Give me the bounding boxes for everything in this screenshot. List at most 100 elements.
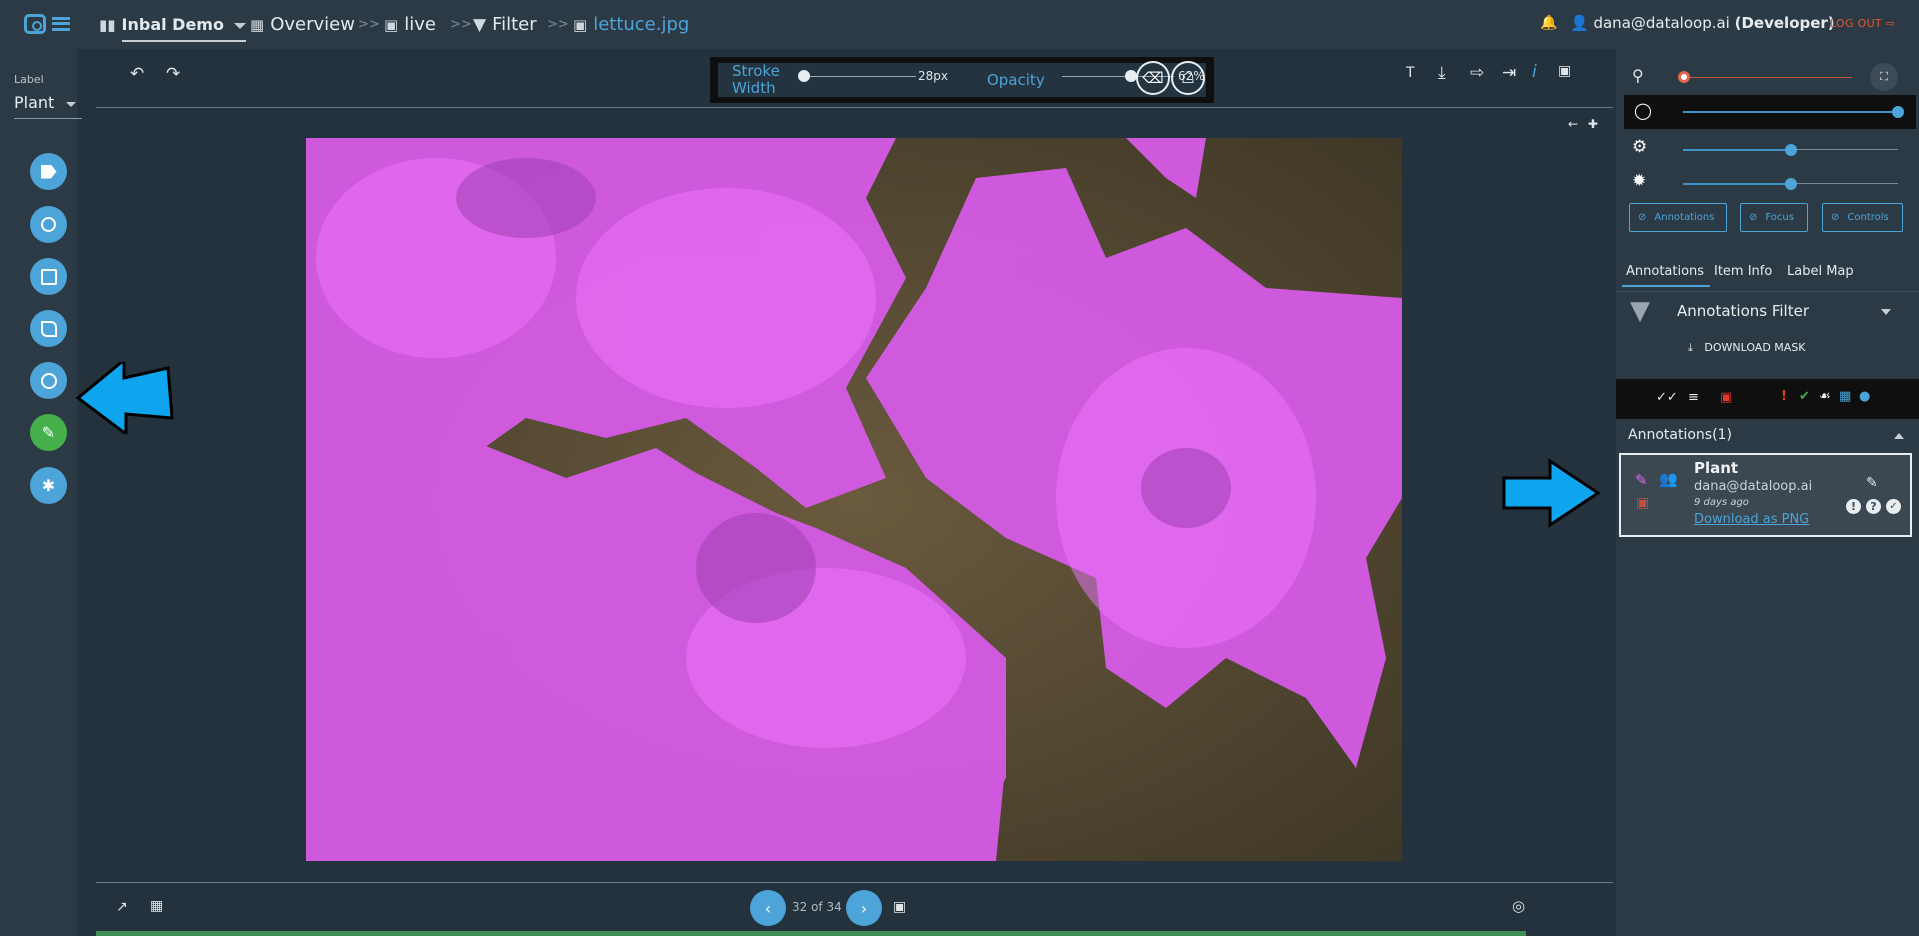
image-icon[interactable]: ▣ (893, 899, 906, 915)
chevron-down-icon[interactable] (1881, 309, 1891, 315)
polygon-icon (40, 320, 57, 337)
export-icon[interactable]: ⇨ (1470, 63, 1484, 83)
chevron-up-icon[interactable] (1894, 433, 1904, 439)
point-tool-button[interactable] (30, 206, 67, 243)
label-caption: Label (14, 73, 44, 86)
box-icon (40, 268, 57, 285)
image-opacity-slider-handle[interactable] (1892, 106, 1904, 118)
trash-icon[interactable]: ▣ (1720, 390, 1732, 405)
save-icon[interactable]: ▣ (1558, 63, 1571, 79)
text-icon[interactable]: T (1406, 65, 1415, 81)
label-select[interactable]: Plant (14, 93, 82, 119)
download-png-link[interactable]: Download as PNG (1694, 512, 1809, 527)
review-status-icon[interactable]: ? (1866, 499, 1881, 514)
project-icon: ▮▮ (99, 15, 116, 34)
images-icon: ▣ (384, 15, 399, 34)
download-icon[interactable]: ⤓ (1438, 63, 1446, 83)
logout-button[interactable]: LOG OUT ⇨ (1830, 17, 1895, 30)
user-menu[interactable]: 👤 dana@dataloop.ai (Developer) (1570, 14, 1835, 32)
brightness-slider-handle[interactable] (1784, 144, 1797, 156)
droplet-icon[interactable]: ● (1859, 389, 1870, 404)
toggle-focus-button[interactable]: ⊘ Focus (1740, 203, 1808, 232)
annotated-image[interactable] (306, 138, 1402, 861)
brightness-slider-fill (1683, 149, 1791, 151)
polygon-tool-button[interactable] (30, 310, 67, 347)
thumbnails-icon[interactable]: ▦ (150, 898, 163, 914)
next-item-button[interactable]: › (846, 890, 882, 926)
fill-bucket-icon: ☖ (1181, 69, 1195, 87)
tab-annotations[interactable]: Annotations (1622, 264, 1711, 287)
annotations-filter-title[interactable]: Annotations Filter (1677, 302, 1809, 320)
locate-icon[interactable]: ◎ (1512, 897, 1525, 915)
select-all-icon[interactable]: ✓✓ (1656, 390, 1678, 405)
breadcrumb-dataset[interactable]: ▣ live (384, 0, 436, 49)
box-tool-button[interactable] (30, 258, 67, 295)
fit-screen-button[interactable]: ⛶ (1870, 63, 1898, 91)
download-mask-button[interactable]: ⤓ DOWNLOAD MASK (1688, 341, 1806, 355)
breadcrumb-filter[interactable]: ▼ Filter (473, 0, 537, 49)
circle-tool-button[interactable] (30, 362, 67, 399)
stroke-width-slider[interactable] (804, 76, 916, 77)
breadcrumb-dataset-label: live (404, 14, 436, 35)
tool-sidebar: Label Plant ✎ ✱ (0, 49, 82, 936)
opacity-label: Opacity (987, 71, 1045, 89)
approve-icon[interactable]: ✔ (1799, 389, 1810, 404)
info-icon[interactable]: i (1532, 62, 1537, 82)
import-icon[interactable]: ⇥ (1502, 63, 1516, 83)
bell-icon[interactable]: 🔔 (1540, 15, 1557, 31)
zoom-slider[interactable] (1684, 77, 1852, 78)
issue-icon[interactable]: ! (1781, 389, 1787, 404)
chevron-down-icon (233, 22, 246, 29)
breadcrumb-separator: >> (547, 17, 569, 32)
eraser-button[interactable]: ⌫ (1136, 61, 1170, 95)
annotation-list-item[interactable]: ✎ 👥 ▣ Plant dana@dataloop.ai 9 days ago … (1619, 453, 1912, 537)
zoom-slider-handle[interactable] (1678, 71, 1690, 83)
contrast-slider-handle[interactable] (1784, 178, 1797, 190)
tab-item-info[interactable]: Item Info (1714, 264, 1772, 279)
download-mask-label: DOWNLOAD MASK (1704, 341, 1806, 354)
opacity-control: ◯ (1624, 95, 1916, 129)
label-select-value: Plant (14, 93, 55, 112)
bug-tool-button[interactable]: ✱ (30, 467, 67, 504)
tab-label-map[interactable]: Label Map (1787, 264, 1854, 279)
canvas-toolbar: ↶ ↷ Stroke Width 28px Opacity 62% ⌫ ☖ T … (96, 49, 1613, 108)
edit-icon[interactable]: ✎ (1866, 475, 1878, 491)
toggle-controls-button[interactable]: ⊘ Controls (1822, 203, 1903, 232)
breadcrumb-overview[interactable]: ▦ Overview (250, 0, 355, 49)
brightness-icon: ⚙ (1632, 137, 1648, 157)
annotations-count-header[interactable]: Annotations(1) (1628, 427, 1732, 443)
delete-annotation-icon[interactable]: ▣ (1636, 495, 1649, 511)
previous-item-button[interactable]: ‹ (750, 890, 786, 926)
arrow-left-icon[interactable]: ← (1568, 117, 1578, 131)
redo-icon[interactable]: ↷ (166, 64, 180, 84)
image-icon: ▣ (573, 15, 588, 34)
approved-status-icon[interactable]: ✓ (1886, 499, 1901, 514)
pager-text: 32 of 34 (792, 900, 842, 914)
toggle-annotations-button[interactable]: ⊘ Annotations (1629, 203, 1727, 232)
droplet-icon: ◯ (1634, 101, 1652, 120)
grid-icon[interactable]: ▦ (1839, 389, 1851, 404)
circle-icon (40, 372, 57, 389)
tag-icon (40, 164, 57, 179)
chart-icon[interactable]: ↗ (116, 899, 128, 915)
user-icon: 👥 (1659, 470, 1678, 488)
breadcrumb-file[interactable]: ▣ lettuce.jpg (573, 0, 689, 49)
breadcrumb-project[interactable]: ▮▮ Inbal Demo (99, 0, 246, 49)
dataloop-logo[interactable] (24, 13, 76, 35)
annotation-label: Plant (1694, 459, 1739, 477)
image-opacity-slider[interactable] (1683, 111, 1898, 113)
undo-icon[interactable]: ↶ (130, 64, 144, 84)
stroke-width-slider-handle[interactable] (798, 70, 810, 82)
fill-bucket-button[interactable]: ☖ (1171, 61, 1205, 95)
graph-icon[interactable]: ☙ (1819, 389, 1831, 404)
fit-screen-icon: ⛶ (1880, 70, 1888, 83)
panel-nav: ← ✚ (1568, 117, 1598, 131)
tag-tool-button[interactable] (30, 153, 67, 190)
brush-tool-button[interactable]: ✎ (30, 414, 67, 451)
chevron-down-icon (66, 102, 76, 107)
annotation-creator: dana@dataloop.ai (1694, 479, 1813, 494)
list-icon[interactable]: ≡ (1688, 390, 1699, 405)
issue-status-icon[interactable]: ! (1846, 499, 1861, 514)
dashboard-icon: ▦ (250, 15, 265, 34)
plus-icon[interactable]: ✚ (1588, 117, 1598, 131)
